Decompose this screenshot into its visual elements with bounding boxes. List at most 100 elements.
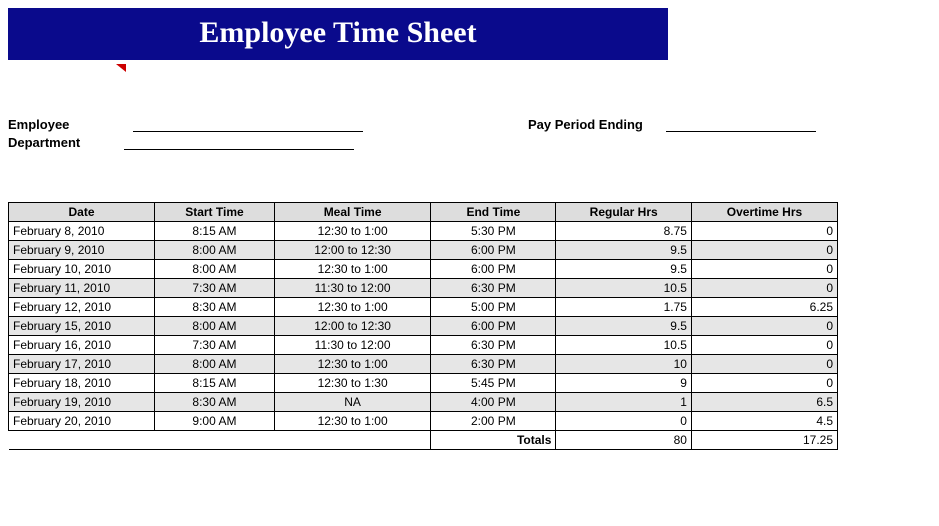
table-row: February 16, 20107:30 AM11:30 to 12:006:… [9,336,838,355]
cell-overtime[interactable]: 6.25 [691,298,837,317]
cell-end[interactable]: 5:00 PM [431,298,556,317]
cell-meal[interactable]: 12:30 to 1:30 [274,374,430,393]
cell-start[interactable]: 8:00 AM [154,241,274,260]
cell-regular[interactable]: 10 [556,355,692,374]
cell-date[interactable]: February 20, 2010 [9,412,155,431]
cell-regular[interactable]: 10.5 [556,279,692,298]
cell-overtime[interactable]: 0 [691,355,837,374]
cell-start[interactable]: 7:30 AM [154,279,274,298]
col-regular: Regular Hrs [556,203,692,222]
totals-blank [9,431,155,450]
cell-meal[interactable]: 12:30 to 1:00 [274,355,430,374]
table-row: February 19, 20108:30 AMNA4:00 PM16.5 [9,393,838,412]
timesheet-table: Date Start Time Meal Time End Time Regul… [8,202,838,450]
cell-meal[interactable]: 12:30 to 1:00 [274,260,430,279]
cell-meal[interactable]: 12:30 to 1:00 [274,222,430,241]
cell-overtime[interactable]: 0 [691,260,837,279]
col-meal: Meal Time [274,203,430,222]
cell-overtime[interactable]: 0 [691,317,837,336]
cell-overtime[interactable]: 4.5 [691,412,837,431]
department-label: Department [8,135,80,150]
title-bar: Employee Time Sheet [8,8,668,60]
cell-date[interactable]: February 12, 2010 [9,298,155,317]
col-end: End Time [431,203,556,222]
table-header-row: Date Start Time Meal Time End Time Regul… [9,203,838,222]
table-row: February 10, 20108:00 AM12:30 to 1:006:0… [9,260,838,279]
cell-date[interactable]: February 17, 2010 [9,355,155,374]
cell-regular[interactable]: 1 [556,393,692,412]
cell-start[interactable]: 7:30 AM [154,336,274,355]
info-area: Employee Department Pay Period Ending [8,116,828,162]
cell-meal[interactable]: 12:00 to 12:30 [274,241,430,260]
cell-start[interactable]: 9:00 AM [154,412,274,431]
cell-regular[interactable]: 9 [556,374,692,393]
table-row: February 8, 20108:15 AM12:30 to 1:005:30… [9,222,838,241]
cell-date[interactable]: February 8, 2010 [9,222,155,241]
cell-date[interactable]: February 10, 2010 [9,260,155,279]
pay-period-label: Pay Period Ending [528,117,643,132]
cell-overtime[interactable]: 0 [691,336,837,355]
cell-end[interactable]: 5:45 PM [431,374,556,393]
cell-end[interactable]: 6:30 PM [431,336,556,355]
totals-regular: 80 [556,431,692,450]
pay-period-input-line[interactable] [666,116,816,132]
cell-meal[interactable]: 11:30 to 12:00 [274,279,430,298]
cell-end[interactable]: 5:30 PM [431,222,556,241]
table-row: February 9, 20108:00 AM12:00 to 12:306:0… [9,241,838,260]
totals-blank [154,431,274,450]
table-row: February 11, 20107:30 AM11:30 to 12:006:… [9,279,838,298]
cell-meal[interactable]: 12:00 to 12:30 [274,317,430,336]
cell-date[interactable]: February 19, 2010 [9,393,155,412]
cell-end[interactable]: 6:30 PM [431,279,556,298]
col-date: Date [9,203,155,222]
cell-date[interactable]: February 11, 2010 [9,279,155,298]
cell-regular[interactable]: 0 [556,412,692,431]
cell-regular[interactable]: 9.5 [556,260,692,279]
totals-row: Totals 80 17.25 [9,431,838,450]
cell-start[interactable]: 8:30 AM [154,298,274,317]
cell-regular[interactable]: 10.5 [556,336,692,355]
table-row: February 12, 20108:30 AM12:30 to 1:005:0… [9,298,838,317]
cell-end[interactable]: 6:00 PM [431,260,556,279]
cell-end[interactable]: 4:00 PM [431,393,556,412]
totals-overtime: 17.25 [691,431,837,450]
table-row: February 20, 20109:00 AM12:30 to 1:002:0… [9,412,838,431]
cell-start[interactable]: 8:15 AM [154,374,274,393]
cell-date[interactable]: February 18, 2010 [9,374,155,393]
totals-label: Totals [431,431,556,450]
cell-overtime[interactable]: 0 [691,241,837,260]
cell-overtime[interactable]: 0 [691,279,837,298]
cell-start[interactable]: 8:00 AM [154,317,274,336]
cell-end[interactable]: 6:30 PM [431,355,556,374]
employee-label: Employee [8,117,69,132]
cell-start[interactable]: 8:00 AM [154,355,274,374]
table-row: February 18, 20108:15 AM12:30 to 1:305:4… [9,374,838,393]
cell-overtime[interactable]: 0 [691,374,837,393]
department-input-line[interactable] [124,134,354,150]
cell-end[interactable]: 6:00 PM [431,317,556,336]
cell-start[interactable]: 8:30 AM [154,393,274,412]
comment-indicator [8,68,668,80]
cell-meal[interactable]: 11:30 to 12:00 [274,336,430,355]
table-row: February 17, 20108:00 AM12:30 to 1:006:3… [9,355,838,374]
cell-overtime[interactable]: 0 [691,222,837,241]
cell-meal[interactable]: 12:30 to 1:00 [274,298,430,317]
cell-start[interactable]: 8:00 AM [154,260,274,279]
page-title: Employee Time Sheet [199,16,476,49]
employee-input-line[interactable] [133,116,363,132]
cell-regular[interactable]: 1.75 [556,298,692,317]
cell-regular[interactable]: 8.75 [556,222,692,241]
table-row: February 15, 20108:00 AM12:00 to 12:306:… [9,317,838,336]
cell-overtime[interactable]: 6.5 [691,393,837,412]
cell-end[interactable]: 2:00 PM [431,412,556,431]
cell-regular[interactable]: 9.5 [556,317,692,336]
cell-end[interactable]: 6:00 PM [431,241,556,260]
cell-start[interactable]: 8:15 AM [154,222,274,241]
cell-date[interactable]: February 9, 2010 [9,241,155,260]
cell-meal[interactable]: NA [274,393,430,412]
cell-date[interactable]: February 16, 2010 [9,336,155,355]
cell-date[interactable]: February 15, 2010 [9,317,155,336]
cell-regular[interactable]: 9.5 [556,241,692,260]
cell-meal[interactable]: 12:30 to 1:00 [274,412,430,431]
col-start: Start Time [154,203,274,222]
